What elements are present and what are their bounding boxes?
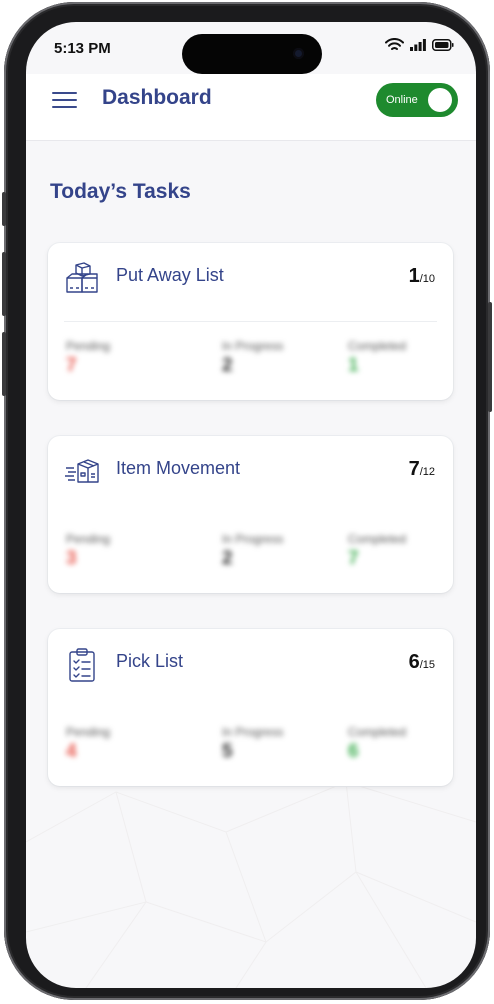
boxes-icon	[66, 262, 98, 293]
battery-icon	[432, 39, 454, 51]
stat-completed: Completed 7	[348, 532, 406, 570]
stat-value: 7	[66, 355, 77, 376]
clipboard-list-icon	[69, 648, 95, 682]
background-pattern	[26, 781, 476, 988]
task-count-total: /15	[419, 659, 435, 671]
online-toggle[interactable]: Online	[376, 83, 458, 117]
camera-icon	[293, 48, 304, 59]
task-count-total: /10	[419, 273, 435, 285]
task-count: 1/10	[409, 265, 435, 288]
app-header: Dashboard Online	[26, 74, 476, 141]
stat-in-progress: In Progress 2	[222, 532, 283, 570]
task-count: 6/15	[409, 651, 435, 674]
stat-pending: Pending 7	[66, 339, 110, 377]
status-icons	[385, 38, 454, 52]
stat-value: 3	[66, 548, 77, 569]
stat-label: Pending	[66, 725, 111, 739]
task-card-pick-list[interactable]: Pick List 6/15 Pending 4 In Progress 5 C…	[48, 629, 453, 786]
stat-label: Pending	[66, 339, 111, 353]
task-count-done: 1	[408, 265, 420, 287]
stat-in-progress: In Progress 2	[222, 339, 283, 377]
action-button	[2, 192, 6, 226]
task-name: Item Movement	[116, 458, 241, 478]
stat-value: 4	[66, 741, 77, 762]
stat-pending: Pending 3	[66, 532, 110, 570]
volume-down-button	[2, 332, 6, 396]
signal-icon	[410, 39, 426, 51]
stat-completed: Completed 1	[348, 339, 406, 377]
stat-in-progress: In Progress 5	[222, 725, 283, 763]
menu-button[interactable]	[50, 88, 80, 112]
stat-value: 1	[348, 355, 359, 376]
wifi-icon	[385, 38, 404, 50]
dynamic-island	[182, 34, 322, 74]
status-time: 5:13 PM	[54, 40, 111, 57]
stat-value: 5	[222, 741, 233, 762]
task-count-done: 7	[408, 458, 420, 480]
toggle-knob	[428, 88, 452, 112]
stat-label: Completed	[348, 532, 407, 546]
task-count-total: /12	[419, 466, 435, 478]
card-divider	[64, 321, 437, 322]
app-screen: 5:13 PM Dashboard Online Today’s Tasks P…	[26, 22, 476, 988]
power-button	[488, 302, 492, 412]
stat-label: In Progress	[222, 339, 284, 353]
stat-label: Completed	[348, 725, 407, 739]
stat-pending: Pending 4	[66, 725, 110, 763]
volume-up-button	[2, 252, 6, 316]
stat-value: 6	[348, 741, 359, 762]
status-bar: 5:13 PM	[26, 22, 476, 74]
task-name: Pick List	[116, 651, 184, 671]
task-card-item-movement[interactable]: Item Movement 7/12 Pending 3 In Progress…	[48, 436, 453, 593]
section-title: Today’s Tasks	[50, 180, 191, 203]
stat-label: Completed	[348, 339, 407, 353]
task-card-put-away-list[interactable]: Put Away List 1/10 Pending 7 In Progress…	[48, 243, 453, 400]
phone-frame: 5:13 PM Dashboard Online Today’s Tasks P…	[2, 2, 492, 1000]
task-count: 7/12	[409, 458, 435, 481]
stat-label: In Progress	[222, 532, 284, 546]
task-count-done: 6	[408, 651, 420, 673]
stat-label: Pending	[66, 532, 111, 546]
stat-label: In Progress	[222, 725, 284, 739]
stat-completed: Completed 6	[348, 725, 406, 763]
stat-value: 2	[222, 548, 233, 569]
stat-value: 2	[222, 355, 233, 376]
task-name: Put Away List	[116, 265, 224, 285]
stat-value: 7	[348, 548, 359, 569]
page-title: Dashboard	[102, 86, 212, 109]
online-toggle-label: Online	[386, 94, 418, 106]
moving-box-icon	[65, 459, 99, 483]
